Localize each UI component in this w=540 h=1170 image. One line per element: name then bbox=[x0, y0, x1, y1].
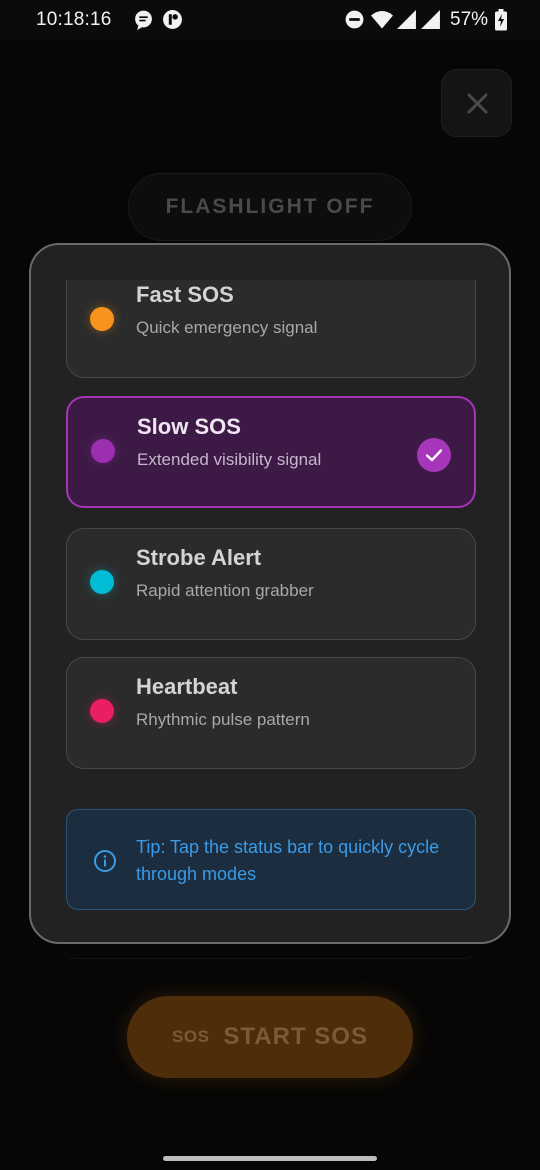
home-indicator[interactable] bbox=[163, 1156, 377, 1161]
cell-signal-icon bbox=[421, 10, 440, 29]
mode-card-strobe-alert[interactable]: Strobe Alert Rapid attention grabber bbox=[66, 528, 476, 640]
close-icon bbox=[467, 93, 488, 114]
start-sos-button[interactable]: SOS START SOS bbox=[127, 996, 413, 1078]
mode-subtitle: Rapid attention grabber bbox=[136, 581, 314, 600]
mode-color-dot bbox=[90, 307, 114, 331]
tip-text: Tip: Tap the status bar to quickly cycle… bbox=[136, 837, 440, 884]
mode-subtitle: Extended visibility signal bbox=[137, 450, 322, 469]
flashlight-toggle[interactable]: FLASHLIGHT OFF bbox=[128, 173, 412, 241]
cell-signal-x-icon bbox=[397, 10, 416, 29]
sos-icon: SOS bbox=[172, 1027, 210, 1046]
background-panel-edge bbox=[62, 945, 478, 959]
info-icon bbox=[94, 850, 116, 872]
mode-title: Strobe Alert bbox=[136, 545, 262, 570]
battery-percentage: 57% bbox=[450, 9, 489, 30]
mode-subtitle: Quick emergency signal bbox=[136, 318, 318, 337]
battery-charging-icon bbox=[495, 9, 507, 31]
mode-title: Slow SOS bbox=[137, 414, 241, 439]
do-not-disturb-icon bbox=[345, 10, 364, 29]
mode-picker-modal: Fast SOS Quick emergency signal Slow SOS… bbox=[29, 243, 511, 944]
app-notification-icon bbox=[163, 10, 182, 29]
wifi-icon: x bbox=[371, 11, 393, 29]
close-button[interactable] bbox=[441, 69, 512, 137]
mode-card-slow-sos[interactable]: Slow SOS Extended visibility signal bbox=[66, 396, 476, 508]
svg-text:x: x bbox=[387, 11, 391, 20]
status-time: 10:18:16 bbox=[36, 9, 112, 30]
mode-color-dot bbox=[91, 439, 115, 463]
mode-color-dot bbox=[90, 699, 114, 723]
flashlight-label: FLASHLIGHT OFF bbox=[165, 195, 375, 218]
mode-title: Heartbeat bbox=[136, 674, 238, 699]
mode-subtitle: Rhythmic pulse pattern bbox=[136, 710, 310, 729]
start-sos-label: START SOS bbox=[223, 1023, 368, 1050]
mode-title: Fast SOS bbox=[136, 282, 234, 307]
status-bar: 10:18:16 x 57% bbox=[0, 0, 540, 40]
screen: 10:18:16 x 57% FLASHLIGHT OFF SOS START … bbox=[0, 0, 540, 1170]
mode-card-heartbeat[interactable]: Heartbeat Rhythmic pulse pattern bbox=[66, 657, 476, 769]
mode-color-dot bbox=[90, 570, 114, 594]
tip-box: Tip: Tap the status bar to quickly cycle… bbox=[66, 809, 476, 910]
chat-bubble-icon bbox=[135, 10, 152, 30]
selected-check-icon bbox=[417, 438, 451, 472]
mode-card-fast-sos[interactable]: Fast SOS Quick emergency signal bbox=[66, 280, 476, 378]
